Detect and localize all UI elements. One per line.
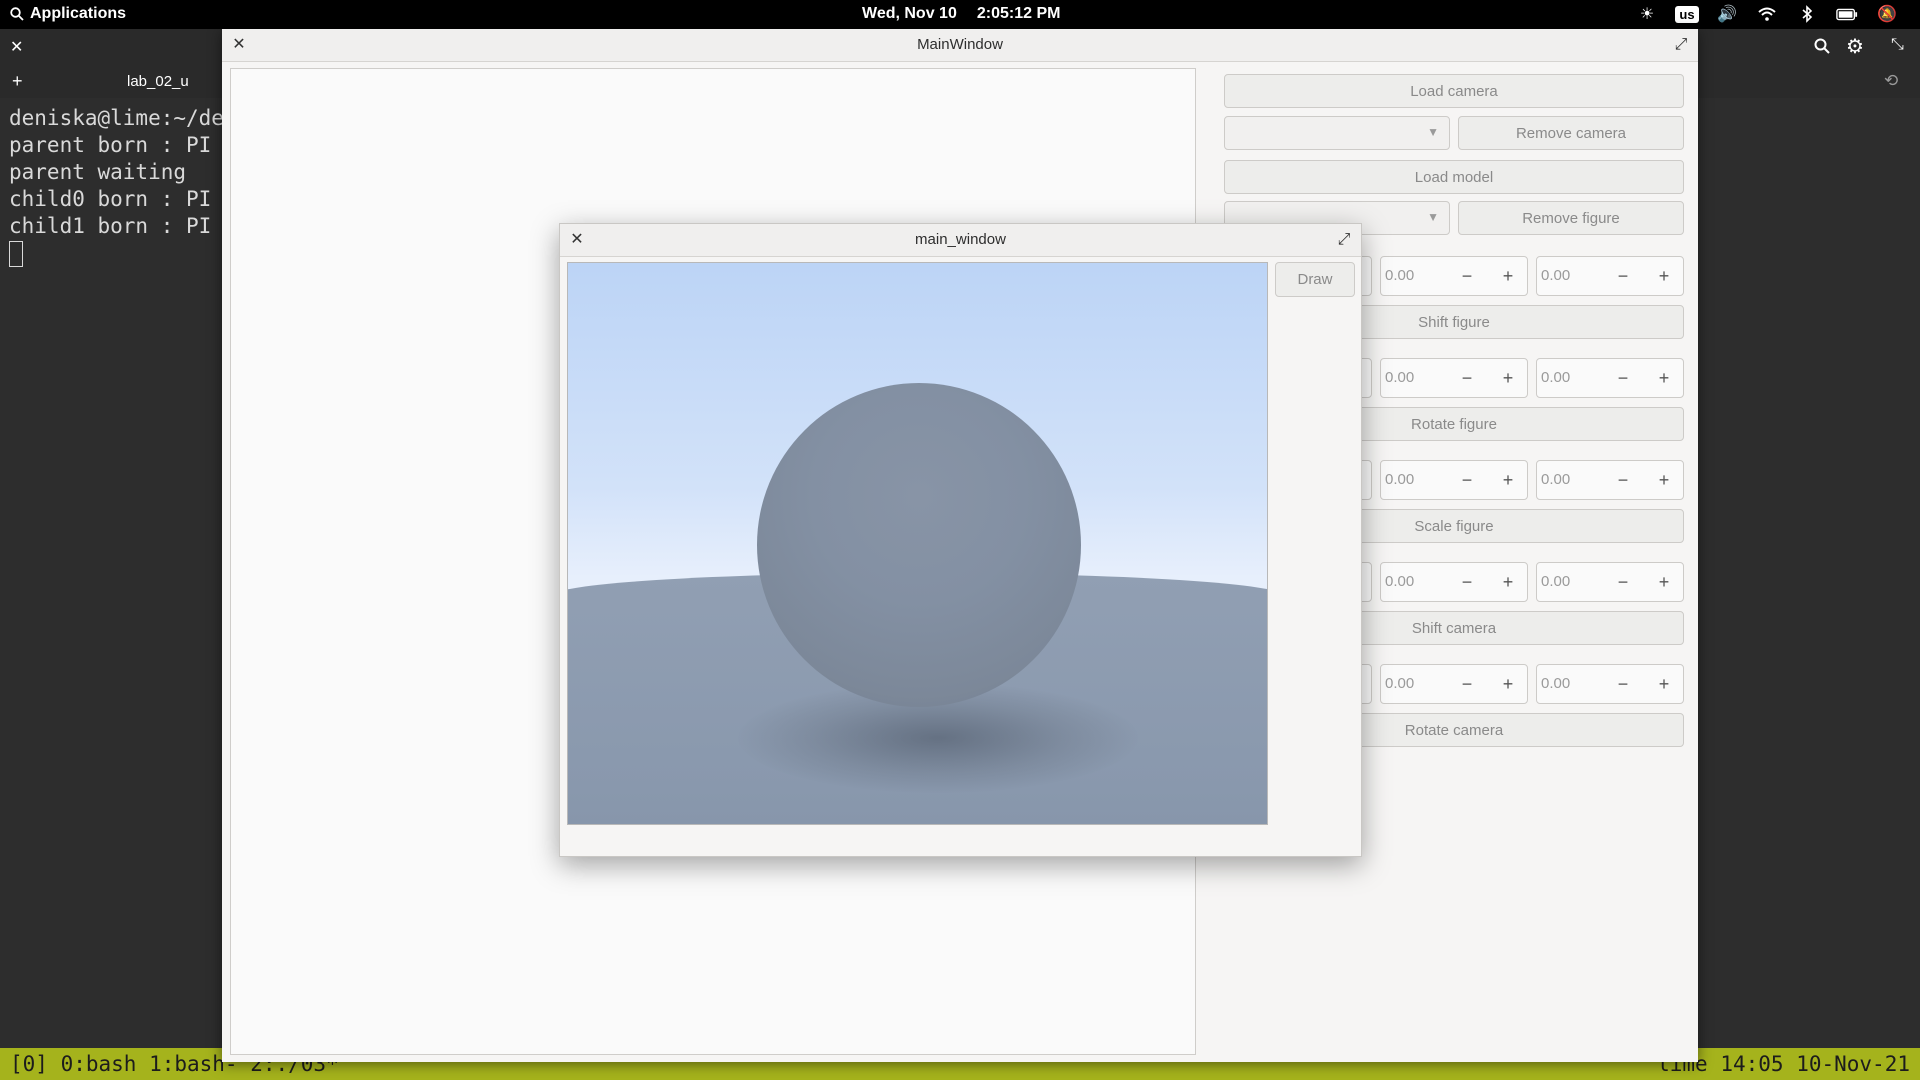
spin-value: 0.00 bbox=[1541, 573, 1571, 590]
render-window-title: main_window bbox=[915, 231, 1006, 248]
minus-icon[interactable]: − bbox=[1603, 359, 1643, 397]
terminal-cursor bbox=[9, 241, 23, 267]
maximize-icon[interactable]: ⤢ bbox=[1666, 29, 1696, 61]
shift-camera-z-spin[interactable]: 0.00 − + bbox=[1536, 562, 1684, 602]
minus-icon[interactable]: − bbox=[1447, 359, 1487, 397]
notifications-off-icon[interactable]: 🔕 bbox=[1876, 3, 1898, 25]
close-icon[interactable]: ✕ bbox=[224, 29, 254, 61]
remove-figure-button[interactable]: Remove figure bbox=[1458, 201, 1684, 235]
terminal-output[interactable]: deniska@lime:~/de parent born : PI parent … bbox=[9, 105, 224, 267]
plus-icon[interactable]: + bbox=[1644, 461, 1684, 499]
shift-figure-z-spin[interactable]: 0.00 − + bbox=[1536, 256, 1684, 296]
clock-time: 2:05:12 PM bbox=[976, 5, 1061, 22]
rotate-figure-z-spin[interactable]: 0.00 − + bbox=[1536, 358, 1684, 398]
scale-figure-z-spin[interactable]: 0.00 − + bbox=[1536, 460, 1684, 500]
load-model-button[interactable]: Load model bbox=[1224, 160, 1684, 194]
render-viewport[interactable] bbox=[567, 262, 1268, 825]
wifi-icon[interactable] bbox=[1756, 3, 1778, 25]
unmaximize-icon[interactable]: ⤡ bbox=[1891, 36, 1904, 54]
draw-button[interactable]: Draw bbox=[1275, 262, 1355, 297]
spin-value: 0.00 bbox=[1385, 471, 1415, 488]
tab-lab-02[interactable]: lab_02_u bbox=[127, 73, 189, 90]
scale-figure-y-spin[interactable]: 0.00 − + bbox=[1380, 460, 1528, 500]
minus-icon[interactable]: − bbox=[1447, 665, 1487, 703]
spin-value: 0.00 bbox=[1385, 369, 1415, 386]
clock-date: Wed, Nov 10 bbox=[862, 5, 957, 22]
remove-camera-button[interactable]: Remove camera bbox=[1458, 116, 1684, 150]
spin-value: 0.00 bbox=[1541, 267, 1571, 284]
minus-icon[interactable]: − bbox=[1447, 257, 1487, 295]
load-camera-button[interactable]: Load camera bbox=[1224, 74, 1684, 108]
plus-icon[interactable]: + bbox=[1644, 665, 1684, 703]
minus-icon[interactable]: − bbox=[1447, 461, 1487, 499]
spin-value: 0.00 bbox=[1385, 675, 1415, 692]
search-icon bbox=[10, 7, 24, 21]
main-window-title: MainWindow bbox=[917, 36, 1003, 53]
rotate-figure-y-spin[interactable]: 0.00 − + bbox=[1380, 358, 1528, 398]
top-panel: Applications Wed, Nov 10 2:05:12 PM ☀ us … bbox=[0, 0, 1920, 29]
spin-value: 0.00 bbox=[1541, 675, 1571, 692]
search-icon[interactable] bbox=[1814, 38, 1830, 59]
shift-figure-y-spin[interactable]: 0.00 − + bbox=[1380, 256, 1528, 296]
plus-icon[interactable]: + bbox=[1488, 461, 1528, 499]
spin-value: 0.00 bbox=[1385, 573, 1415, 590]
plus-icon[interactable]: + bbox=[1644, 563, 1684, 601]
history-icon[interactable]: ⟲ bbox=[1884, 71, 1898, 91]
close-icon[interactable]: ✕ bbox=[562, 224, 592, 256]
sphere bbox=[757, 383, 1081, 707]
system-tray: ☀ us 🔊 🔕 bbox=[1636, 3, 1898, 25]
gear-icon[interactable]: ⚙ bbox=[1846, 34, 1864, 59]
applications-label: Applications bbox=[30, 5, 127, 22]
keyboard-layout-label: us bbox=[1675, 5, 1699, 23]
close-icon[interactable]: ✕ bbox=[10, 37, 23, 57]
chevron-down-icon: ▼ bbox=[1427, 210, 1439, 224]
terminal-line: child0 born : PI bbox=[9, 187, 212, 211]
plus-icon[interactable]: + bbox=[1488, 257, 1528, 295]
main-window-titlebar[interactable]: ✕ MainWindow ⤢ bbox=[222, 29, 1698, 62]
minus-icon[interactable]: − bbox=[1603, 461, 1643, 499]
keyboard-layout-indicator[interactable]: us bbox=[1675, 3, 1699, 25]
spin-value: 0.00 bbox=[1541, 369, 1571, 386]
terminal-line: parent born : PI bbox=[9, 133, 212, 157]
plus-icon[interactable]: + bbox=[1644, 359, 1684, 397]
plus-icon[interactable]: + bbox=[1644, 257, 1684, 295]
battery-icon[interactable] bbox=[1836, 3, 1858, 25]
maximize-icon[interactable]: ⤢ bbox=[1329, 224, 1359, 256]
terminal-line: child1 born : PI bbox=[9, 214, 212, 238]
rotate-camera-z-spin[interactable]: 0.00 − + bbox=[1536, 664, 1684, 704]
chevron-down-icon: ▼ bbox=[1427, 125, 1439, 139]
new-tab-icon[interactable]: + bbox=[12, 71, 23, 92]
plus-icon[interactable]: + bbox=[1488, 665, 1528, 703]
minus-icon[interactable]: − bbox=[1447, 563, 1487, 601]
terminal-line: parent waiting bbox=[9, 160, 187, 184]
camera-select[interactable]: ▼ bbox=[1224, 116, 1450, 150]
bluetooth-icon[interactable] bbox=[1796, 3, 1818, 25]
spin-value: 0.00 bbox=[1385, 267, 1415, 284]
minus-icon[interactable]: − bbox=[1603, 665, 1643, 703]
volume-icon[interactable]: 🔊 bbox=[1716, 3, 1738, 25]
spin-value: 0.00 bbox=[1541, 471, 1571, 488]
applications-menu[interactable]: Applications bbox=[10, 5, 126, 23]
minus-icon[interactable]: − bbox=[1603, 563, 1643, 601]
clock[interactable]: Wed, Nov 10 2:05:12 PM bbox=[862, 5, 1080, 23]
shift-camera-y-spin[interactable]: 0.00 − + bbox=[1380, 562, 1528, 602]
rotate-camera-y-spin[interactable]: 0.00 − + bbox=[1380, 664, 1528, 704]
plus-icon[interactable]: + bbox=[1488, 563, 1528, 601]
render-window-titlebar[interactable]: ✕ main_window ⤢ bbox=[560, 224, 1361, 257]
plus-icon[interactable]: + bbox=[1488, 359, 1528, 397]
brightness-icon[interactable]: ☀ bbox=[1636, 3, 1658, 25]
render-window: ✕ main_window ⤢ Draw bbox=[559, 223, 1362, 857]
terminal-line: deniska@lime:~/de bbox=[9, 106, 224, 130]
minus-icon[interactable]: − bbox=[1603, 257, 1643, 295]
